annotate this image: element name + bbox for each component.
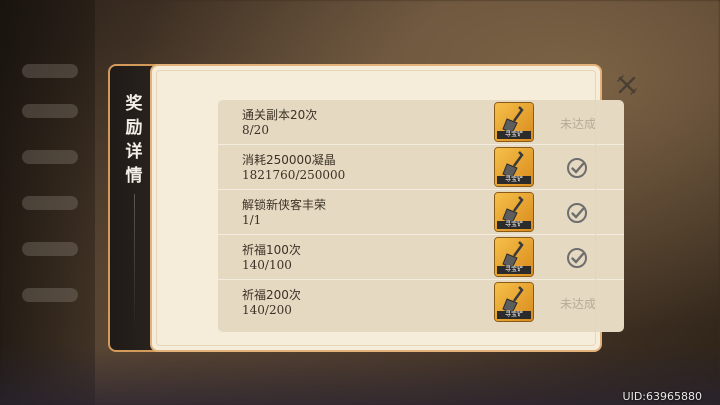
treasure-shovel-icon[interactable]: 寻宝铲 (495, 238, 533, 276)
task-progress: 140/100 (242, 258, 292, 272)
list-item: 消耗250000凝晶 1821760/250000 寻宝铲 (218, 145, 624, 190)
task-progress: 1/1 (242, 213, 262, 227)
list-item: 祈福100次 140/100 寻宝铲 (218, 235, 624, 280)
close-button[interactable] (614, 72, 640, 98)
treasure-shovel-icon[interactable]: 寻宝铲 (495, 148, 533, 186)
item-tag: 寻宝铲 (497, 176, 531, 184)
task-progress: 1821760/250000 (242, 168, 346, 182)
task-title: 通关副本20次 (242, 108, 318, 122)
treasure-shovel-icon[interactable]: 寻宝铲 (495, 193, 533, 231)
dialog-body: 通关副本20次 8/20 寻宝铲 未达成 消耗250000凝晶 1821760/… (152, 66, 637, 350)
list-item: 通关副本20次 8/20 寻宝铲 未达成 (218, 100, 624, 145)
reward-details-dialog: 奖 励 详 情 通关副本20次 8/20 寻宝铲 未达成 消耗250000凝晶 … (108, 64, 637, 352)
task-title: 祈福200次 (242, 288, 301, 302)
list-item: 解锁新侠客丰荣 1/1 寻宝铲 (218, 190, 624, 235)
close-icon (617, 75, 637, 95)
side-decoration (134, 194, 135, 334)
task-title: 祈福100次 (242, 243, 301, 257)
title-char: 奖 (125, 94, 143, 114)
task-progress: 140/200 (242, 303, 292, 317)
item-tag: 寻宝铲 (497, 266, 531, 274)
treasure-shovel-icon[interactable]: 寻宝铲 (495, 103, 533, 141)
title-char: 情 (125, 166, 143, 186)
task-title: 消耗250000凝晶 (242, 153, 336, 167)
item-tag: 寻宝铲 (497, 221, 531, 229)
check-circle-icon (566, 157, 588, 179)
status-not-achieved: 未达成 (560, 117, 597, 131)
title-char: 励 (125, 118, 143, 138)
background-bottom-bar (0, 345, 720, 405)
title-char: 详 (125, 142, 143, 162)
task-progress: 8/20 (242, 123, 269, 137)
list-item: 祈福200次 140/200 寻宝铲 未达成 (218, 280, 624, 325)
check-circle-icon (566, 202, 588, 224)
user-id-label: UID:63965880 (622, 390, 702, 403)
treasure-shovel-icon[interactable]: 寻宝铲 (495, 283, 533, 321)
task-list: 通关副本20次 8/20 寻宝铲 未达成 消耗250000凝晶 1821760/… (218, 100, 624, 332)
task-title: 解锁新侠客丰荣 (242, 198, 327, 212)
item-tag: 寻宝铲 (497, 311, 531, 319)
check-circle-icon (566, 247, 588, 269)
status-not-achieved: 未达成 (560, 297, 597, 311)
item-tag: 寻宝铲 (497, 131, 531, 139)
